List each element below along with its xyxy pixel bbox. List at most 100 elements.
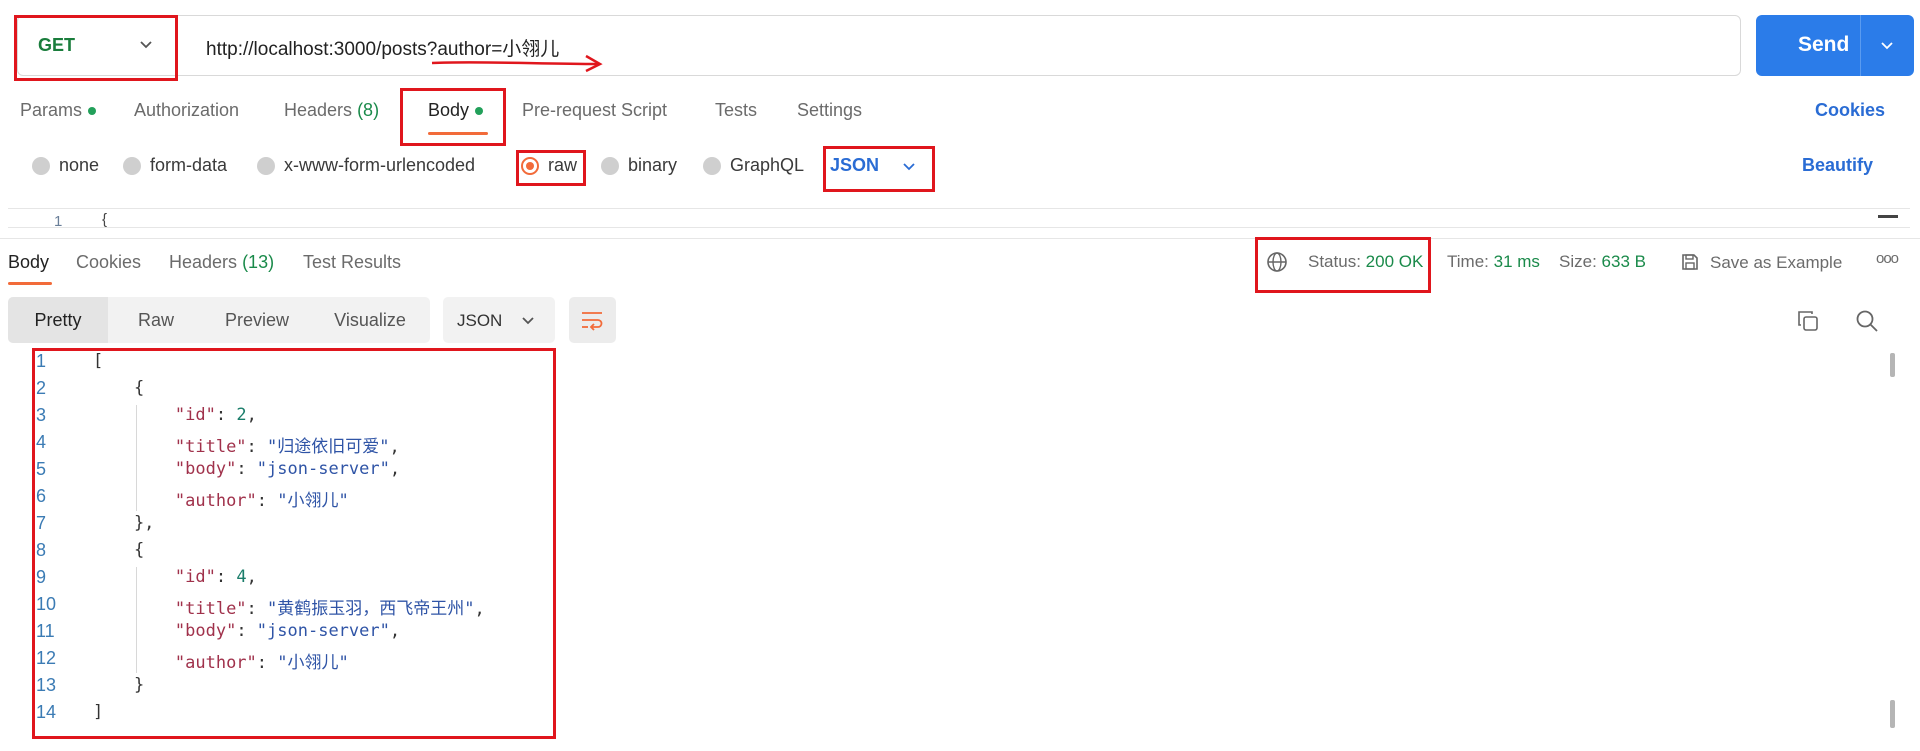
format-visualize[interactable]: Visualize bbox=[310, 297, 430, 343]
line-number: 11 bbox=[36, 621, 55, 641]
resp-headers-label: Headers bbox=[169, 252, 238, 272]
url-bar: GET http://localhost:3000/posts?author=小… bbox=[17, 15, 1741, 76]
tab-authorization[interactable]: Authorization bbox=[134, 100, 239, 121]
code-token: , bbox=[474, 599, 485, 619]
resp-tab-cookies[interactable]: Cookies bbox=[76, 252, 141, 273]
cookies-link[interactable]: Cookies bbox=[1815, 100, 1885, 121]
line-number: 3 bbox=[36, 405, 47, 425]
code-token: , bbox=[246, 567, 257, 587]
save-as-example-button[interactable]: Save as Example bbox=[1680, 252, 1842, 273]
tab-headers[interactable]: Headers (8) bbox=[284, 100, 379, 121]
radio-none-label: none bbox=[59, 155, 100, 175]
line-number: 13 bbox=[36, 675, 57, 695]
code-text: { bbox=[93, 540, 144, 560]
resp-headers-count: (13) bbox=[242, 252, 275, 272]
response-body-viewer[interactable]: 1[2 {3 "id": 2, 4 "title": "归途依旧可爱", 5 "bo… bbox=[0, 351, 1900, 741]
headers-count: (8) bbox=[357, 100, 380, 120]
resp-tab-headers[interactable]: Headers (13) bbox=[169, 252, 274, 273]
format-toggle-group: Pretty Raw Preview Visualize bbox=[8, 297, 430, 343]
scrollbar-thumb[interactable] bbox=[1890, 700, 1895, 728]
code-token: { bbox=[93, 540, 145, 560]
radio-raw-label: raw bbox=[548, 155, 578, 175]
line-number: 1 bbox=[54, 213, 63, 230]
size-label: Size: bbox=[1559, 252, 1597, 271]
radio-urlencoded-label: x-www-form-urlencoded bbox=[284, 155, 476, 175]
tab-settings[interactable]: Settings bbox=[797, 100, 862, 121]
code-text: { bbox=[93, 378, 144, 398]
line-number: 7 bbox=[36, 513, 47, 533]
tab-params[interactable]: Params bbox=[20, 100, 97, 121]
code-token: "body" bbox=[174, 459, 237, 479]
radio-binary-label: binary bbox=[628, 155, 678, 175]
minimize-icon[interactable] bbox=[1878, 215, 1898, 218]
code-token: "json-server" bbox=[256, 459, 390, 479]
resp-tab-body[interactable]: Body bbox=[8, 252, 49, 273]
code-token: , bbox=[389, 459, 401, 479]
radio-circle-selected bbox=[521, 156, 539, 175]
status-indicator[interactable]: Status: 200 OK bbox=[1308, 252, 1423, 272]
radio-raw[interactable]: raw bbox=[521, 155, 577, 176]
chevron-down-icon[interactable] bbox=[1878, 36, 1896, 54]
tab-tests[interactable]: Tests bbox=[715, 100, 757, 121]
code-token: { bbox=[93, 378, 145, 398]
search-icon[interactable] bbox=[1855, 309, 1879, 333]
code-token: : bbox=[236, 621, 257, 641]
code-token: : bbox=[256, 653, 278, 673]
indent-guide bbox=[136, 405, 137, 511]
radio-circle bbox=[601, 156, 619, 175]
radio-urlencoded[interactable]: x-www-form-urlencoded bbox=[257, 155, 475, 176]
size-value: 633 B bbox=[1601, 252, 1646, 271]
tab-params-label: Params bbox=[20, 100, 83, 120]
code-token: : bbox=[246, 599, 268, 619]
globe-icon[interactable] bbox=[1266, 251, 1288, 273]
tab-prerequest-script[interactable]: Pre-request Script bbox=[522, 100, 667, 121]
radio-binary[interactable]: binary bbox=[601, 155, 677, 176]
size-indicator[interactable]: Size: 633 B bbox=[1559, 252, 1646, 272]
code-token: "黄鹤振玉羽，西飞帝王州" bbox=[267, 599, 475, 619]
more-options-icon[interactable]: ooo bbox=[1876, 250, 1899, 267]
body-language-label: JSON bbox=[830, 155, 880, 175]
chevron-down-icon bbox=[903, 163, 915, 171]
wrap-lines-button[interactable] bbox=[569, 297, 616, 343]
code-token: } bbox=[93, 675, 145, 695]
radio-none[interactable]: none bbox=[32, 155, 99, 176]
format-pretty[interactable]: Pretty bbox=[8, 297, 108, 343]
method-select[interactable]: GET bbox=[18, 16, 178, 75]
time-indicator[interactable]: Time: 31 ms bbox=[1447, 252, 1540, 272]
tab-body[interactable]: Body bbox=[428, 100, 484, 121]
radio-circle bbox=[32, 156, 50, 175]
line-number: 9 bbox=[36, 567, 47, 587]
radio-circle bbox=[123, 156, 141, 175]
code-token: : bbox=[246, 437, 268, 457]
format-preview[interactable]: Preview bbox=[204, 297, 310, 343]
code-token: "title" bbox=[174, 599, 247, 619]
code-token: "归途依旧可爱" bbox=[267, 437, 390, 457]
format-raw[interactable]: Raw bbox=[108, 297, 204, 343]
pane-divider[interactable] bbox=[0, 238, 1920, 239]
radio-graphql[interactable]: GraphQL bbox=[703, 155, 804, 176]
code-token: "json-server" bbox=[256, 621, 390, 641]
radio-graphql-label: GraphQL bbox=[730, 155, 805, 175]
line-number: 8 bbox=[36, 540, 47, 560]
body-language-select[interactable]: JSON bbox=[830, 155, 918, 176]
radio-circle bbox=[257, 156, 275, 175]
copy-icon[interactable] bbox=[1796, 309, 1820, 333]
beautify-button[interactable]: Beautify bbox=[1802, 155, 1873, 176]
body-dot bbox=[475, 107, 484, 116]
chevron-down-icon bbox=[522, 317, 534, 325]
radio-form-data[interactable]: form-data bbox=[123, 155, 227, 176]
code-token: "title" bbox=[174, 437, 247, 457]
code-token: , bbox=[389, 621, 401, 641]
code-text: } bbox=[93, 675, 144, 695]
resp-tab-test-results[interactable]: Test Results bbox=[303, 252, 401, 273]
scrollbar-thumb[interactable] bbox=[1890, 353, 1895, 377]
request-body-editor[interactable]: 1 { bbox=[8, 208, 1910, 230]
code-token: 2 bbox=[236, 405, 247, 425]
send-button[interactable]: Send bbox=[1756, 15, 1914, 76]
response-language-select[interactable]: JSON bbox=[443, 297, 555, 343]
